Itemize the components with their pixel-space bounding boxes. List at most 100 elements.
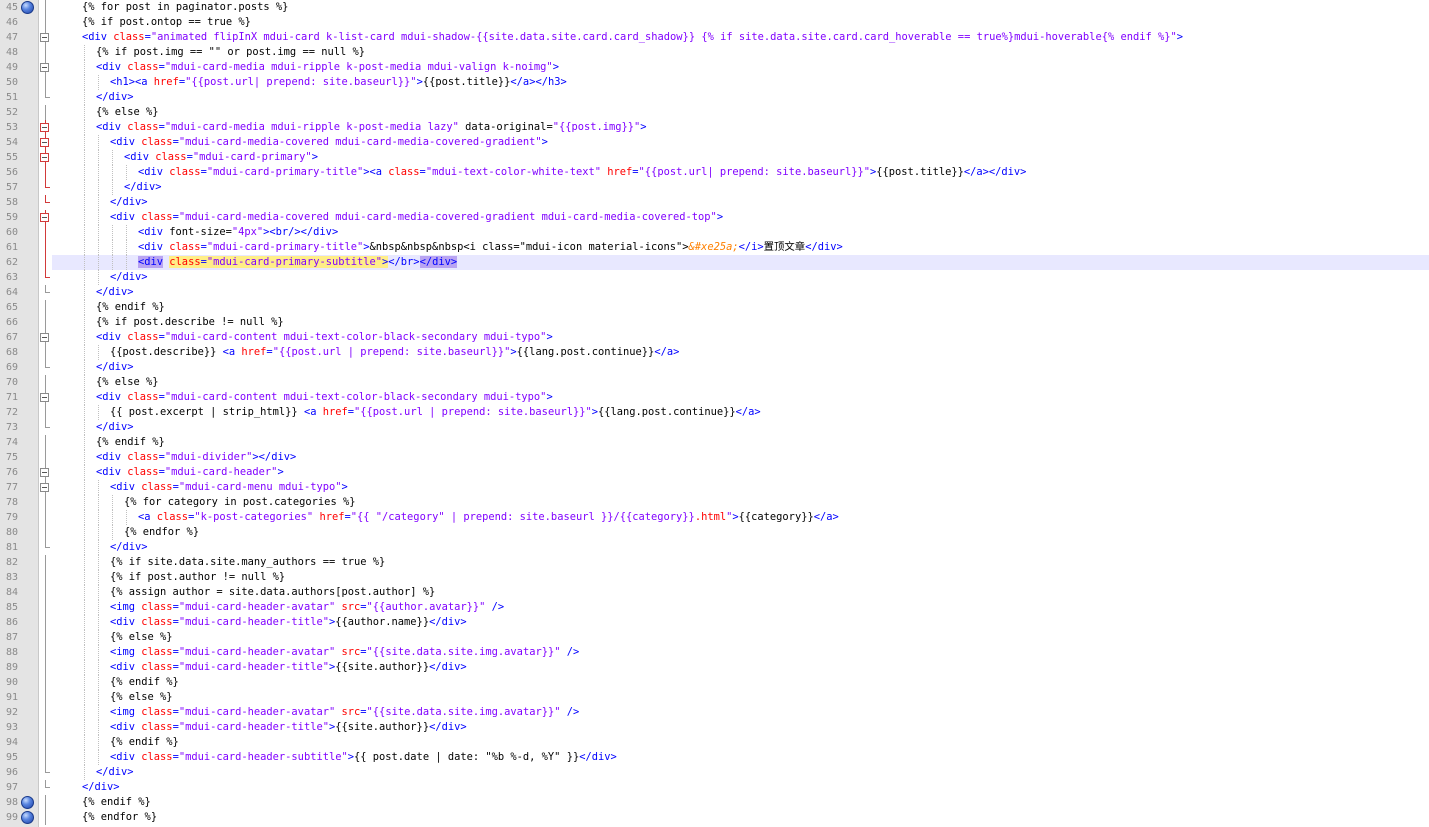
code-line[interactable]: 80 {% endfor %} [0, 525, 1429, 540]
code-line[interactable]: 70 {% else %} [0, 375, 1429, 390]
code-area[interactable]: </div> [52, 195, 1429, 210]
code-line[interactable]: 98 {% endif %} [0, 795, 1429, 810]
code-editor[interactable]: 45 {% for post in paginator.posts %} 46 {% … [0, 0, 1429, 827]
code-line[interactable]: 79 <a class="k-post-categories" href="{{ … [0, 510, 1429, 525]
code-line[interactable]: 76 <div class="mdui-card-header"> [0, 465, 1429, 480]
code-line[interactable]: 84 {% assign author = site.data.authors[p… [0, 585, 1429, 600]
bookmark-marker-icon[interactable] [21, 811, 34, 824]
code-line[interactable]: 52 {% else %} [0, 105, 1429, 120]
fold-toggle-icon[interactable] [40, 138, 49, 147]
code-line[interactable]: 49 <div class="mdui-card-media mdui-rippl… [0, 60, 1429, 75]
code-area[interactable]: <div class="mdui-card-primary"> [52, 150, 1429, 165]
code-line[interactable]: 74 {% endif %} [0, 435, 1429, 450]
fold-toggle-icon[interactable] [40, 153, 49, 162]
code-area[interactable]: {% endif %} [52, 300, 1429, 315]
code-area[interactable]: <div class="mdui-card-header-subtitle">{… [52, 750, 1429, 765]
code-area[interactable]: {% if post.img == "" or post.img == null… [52, 45, 1429, 60]
fold-toggle-icon[interactable] [40, 33, 49, 42]
code-area[interactable]: <img class="mdui-card-header-avatar" src… [52, 705, 1429, 720]
code-line[interactable]: 56 <div class="mdui-card-primary-title"><… [0, 165, 1429, 180]
code-line[interactable]: 66 {% if post.describe != null %} [0, 315, 1429, 330]
bookmark-marker-icon[interactable] [21, 796, 34, 809]
code-area[interactable]: </div> [52, 90, 1429, 105]
code-area[interactable]: {% assign author = site.data.authors[pos… [52, 585, 1429, 600]
code-area[interactable]: <div class="animated flipInX mdui-card k… [52, 30, 1429, 45]
code-area[interactable]: <div class="mdui-card-menu mdui-typo"> [52, 480, 1429, 495]
code-line[interactable]: 67 <div class="mdui-card-content mdui-tex… [0, 330, 1429, 345]
bookmark-marker-icon[interactable] [21, 1, 34, 14]
code-area[interactable]: {% if post.ontop == true %} [52, 15, 1429, 30]
code-line[interactable]: 99 {% endfor %} [0, 810, 1429, 825]
code-line[interactable]: 61 <div class="mdui-card-primary-title">&… [0, 240, 1429, 255]
code-area[interactable]: {{ post.excerpt | strip_html}} <a href="… [52, 405, 1429, 420]
code-line[interactable]: 45 {% for post in paginator.posts %} [0, 0, 1429, 15]
code-area[interactable]: <div class="mdui-card-media-covered mdui… [52, 210, 1429, 225]
code-area[interactable]: <div class="mdui-card-primary-subtitle">… [52, 255, 1429, 270]
code-area[interactable]: <div class="mdui-card-header"> [52, 465, 1429, 480]
code-line[interactable]: 59 <div class="mdui-card-media-covered md… [0, 210, 1429, 225]
code-area[interactable]: {% for post in paginator.posts %} [52, 0, 1429, 15]
code-area[interactable]: <div class="mdui-card-media-covered mdui… [52, 135, 1429, 150]
code-area[interactable]: </div> [52, 270, 1429, 285]
code-line[interactable]: 94 {% endif %} [0, 735, 1429, 750]
code-area[interactable]: {% endfor %} [52, 810, 1429, 825]
code-line[interactable]: 72 {{ post.excerpt | strip_html}} <a href… [0, 405, 1429, 420]
code-line[interactable]: 62 <div class="mdui-card-primary-subtitle… [0, 255, 1429, 270]
code-area[interactable]: <div font-size="4px"><br/></div> [52, 225, 1429, 240]
fold-toggle-icon[interactable] [40, 468, 49, 477]
code-area[interactable]: {% endif %} [52, 795, 1429, 810]
code-area[interactable]: <div class="mdui-card-media mdui-ripple … [52, 60, 1429, 75]
fold-toggle-icon[interactable] [40, 483, 49, 492]
code-area[interactable]: {% else %} [52, 105, 1429, 120]
code-line[interactable]: 90 {% endif %} [0, 675, 1429, 690]
code-area[interactable]: <div class="mdui-card-header-title">{{au… [52, 615, 1429, 630]
code-area[interactable]: </div> [52, 420, 1429, 435]
code-area[interactable]: <div class="mdui-card-content mdui-text-… [52, 390, 1429, 405]
code-line[interactable]: 91 {% else %} [0, 690, 1429, 705]
code-line[interactable]: 55 <div class="mdui-card-primary"> [0, 150, 1429, 165]
code-area[interactable]: </div> [52, 360, 1429, 375]
code-area[interactable]: {% for category in post.categories %} [52, 495, 1429, 510]
code-line[interactable]: 77 <div class="mdui-card-menu mdui-typo"> [0, 480, 1429, 495]
code-area[interactable]: <img class="mdui-card-header-avatar" src… [52, 645, 1429, 660]
code-area[interactable]: {% endif %} [52, 435, 1429, 450]
code-area[interactable]: <h1><a href="{{post.url| prepend: site.b… [52, 75, 1429, 90]
fold-toggle-icon[interactable] [40, 393, 49, 402]
code-line[interactable]: 97 </div> [0, 780, 1429, 795]
code-area[interactable]: {% endfor %} [52, 525, 1429, 540]
code-line[interactable]: 50 <h1><a href="{{post.url| prepend: site… [0, 75, 1429, 90]
code-line[interactable]: 78 {% for category in post.categories %} [0, 495, 1429, 510]
code-area[interactable]: {{post.describe}} <a href="{{post.url | … [52, 345, 1429, 360]
code-area[interactable]: <div class="mdui-card-media mdui-ripple … [52, 120, 1429, 135]
code-area[interactable]: {% if site.data.site.many_authors == tru… [52, 555, 1429, 570]
code-line[interactable]: 71 <div class="mdui-card-content mdui-tex… [0, 390, 1429, 405]
code-line[interactable]: 85 <img class="mdui-card-header-avatar" s… [0, 600, 1429, 615]
code-line[interactable]: 65 {% endif %} [0, 300, 1429, 315]
fold-toggle-icon[interactable] [40, 213, 49, 222]
code-line[interactable]: 64 </div> [0, 285, 1429, 300]
code-line[interactable]: 93 <div class="mdui-card-header-title">{{… [0, 720, 1429, 735]
code-area[interactable]: </div> [52, 765, 1429, 780]
code-line[interactable]: 47 <div class="animated flipInX mdui-card… [0, 30, 1429, 45]
code-line[interactable]: 83 {% if post.author != null %} [0, 570, 1429, 585]
code-area[interactable]: {% else %} [52, 630, 1429, 645]
code-line[interactable]: 53 <div class="mdui-card-media mdui-rippl… [0, 120, 1429, 135]
code-line[interactable]: 60 <div font-size="4px"><br/></div> [0, 225, 1429, 240]
code-line[interactable]: 87 {% else %} [0, 630, 1429, 645]
code-area[interactable]: <img class="mdui-card-header-avatar" src… [52, 600, 1429, 615]
code-line[interactable]: 86 <div class="mdui-card-header-title">{{… [0, 615, 1429, 630]
code-area[interactable]: <a class="k-post-categories" href="{{ "/… [52, 510, 1429, 525]
fold-toggle-icon[interactable] [40, 333, 49, 342]
code-line[interactable]: 58 </div> [0, 195, 1429, 210]
code-area[interactable]: <div class="mdui-card-header-title">{{si… [52, 660, 1429, 675]
code-line[interactable]: 73 </div> [0, 420, 1429, 435]
code-area[interactable]: <div class="mdui-card-primary-title"><a … [52, 165, 1429, 180]
code-line[interactable]: 82 {% if site.data.site.many_authors == t… [0, 555, 1429, 570]
code-line[interactable]: 75 <div class="mdui-divider"></div> [0, 450, 1429, 465]
fold-toggle-icon[interactable] [40, 63, 49, 72]
code-line[interactable]: 68 {{post.describe}} <a href="{{post.url … [0, 345, 1429, 360]
code-line[interactable]: 51 </div> [0, 90, 1429, 105]
code-area[interactable]: {% endif %} [52, 675, 1429, 690]
code-line[interactable]: 48 {% if post.img == "" or post.img == nu… [0, 45, 1429, 60]
code-area[interactable]: {% endif %} [52, 735, 1429, 750]
